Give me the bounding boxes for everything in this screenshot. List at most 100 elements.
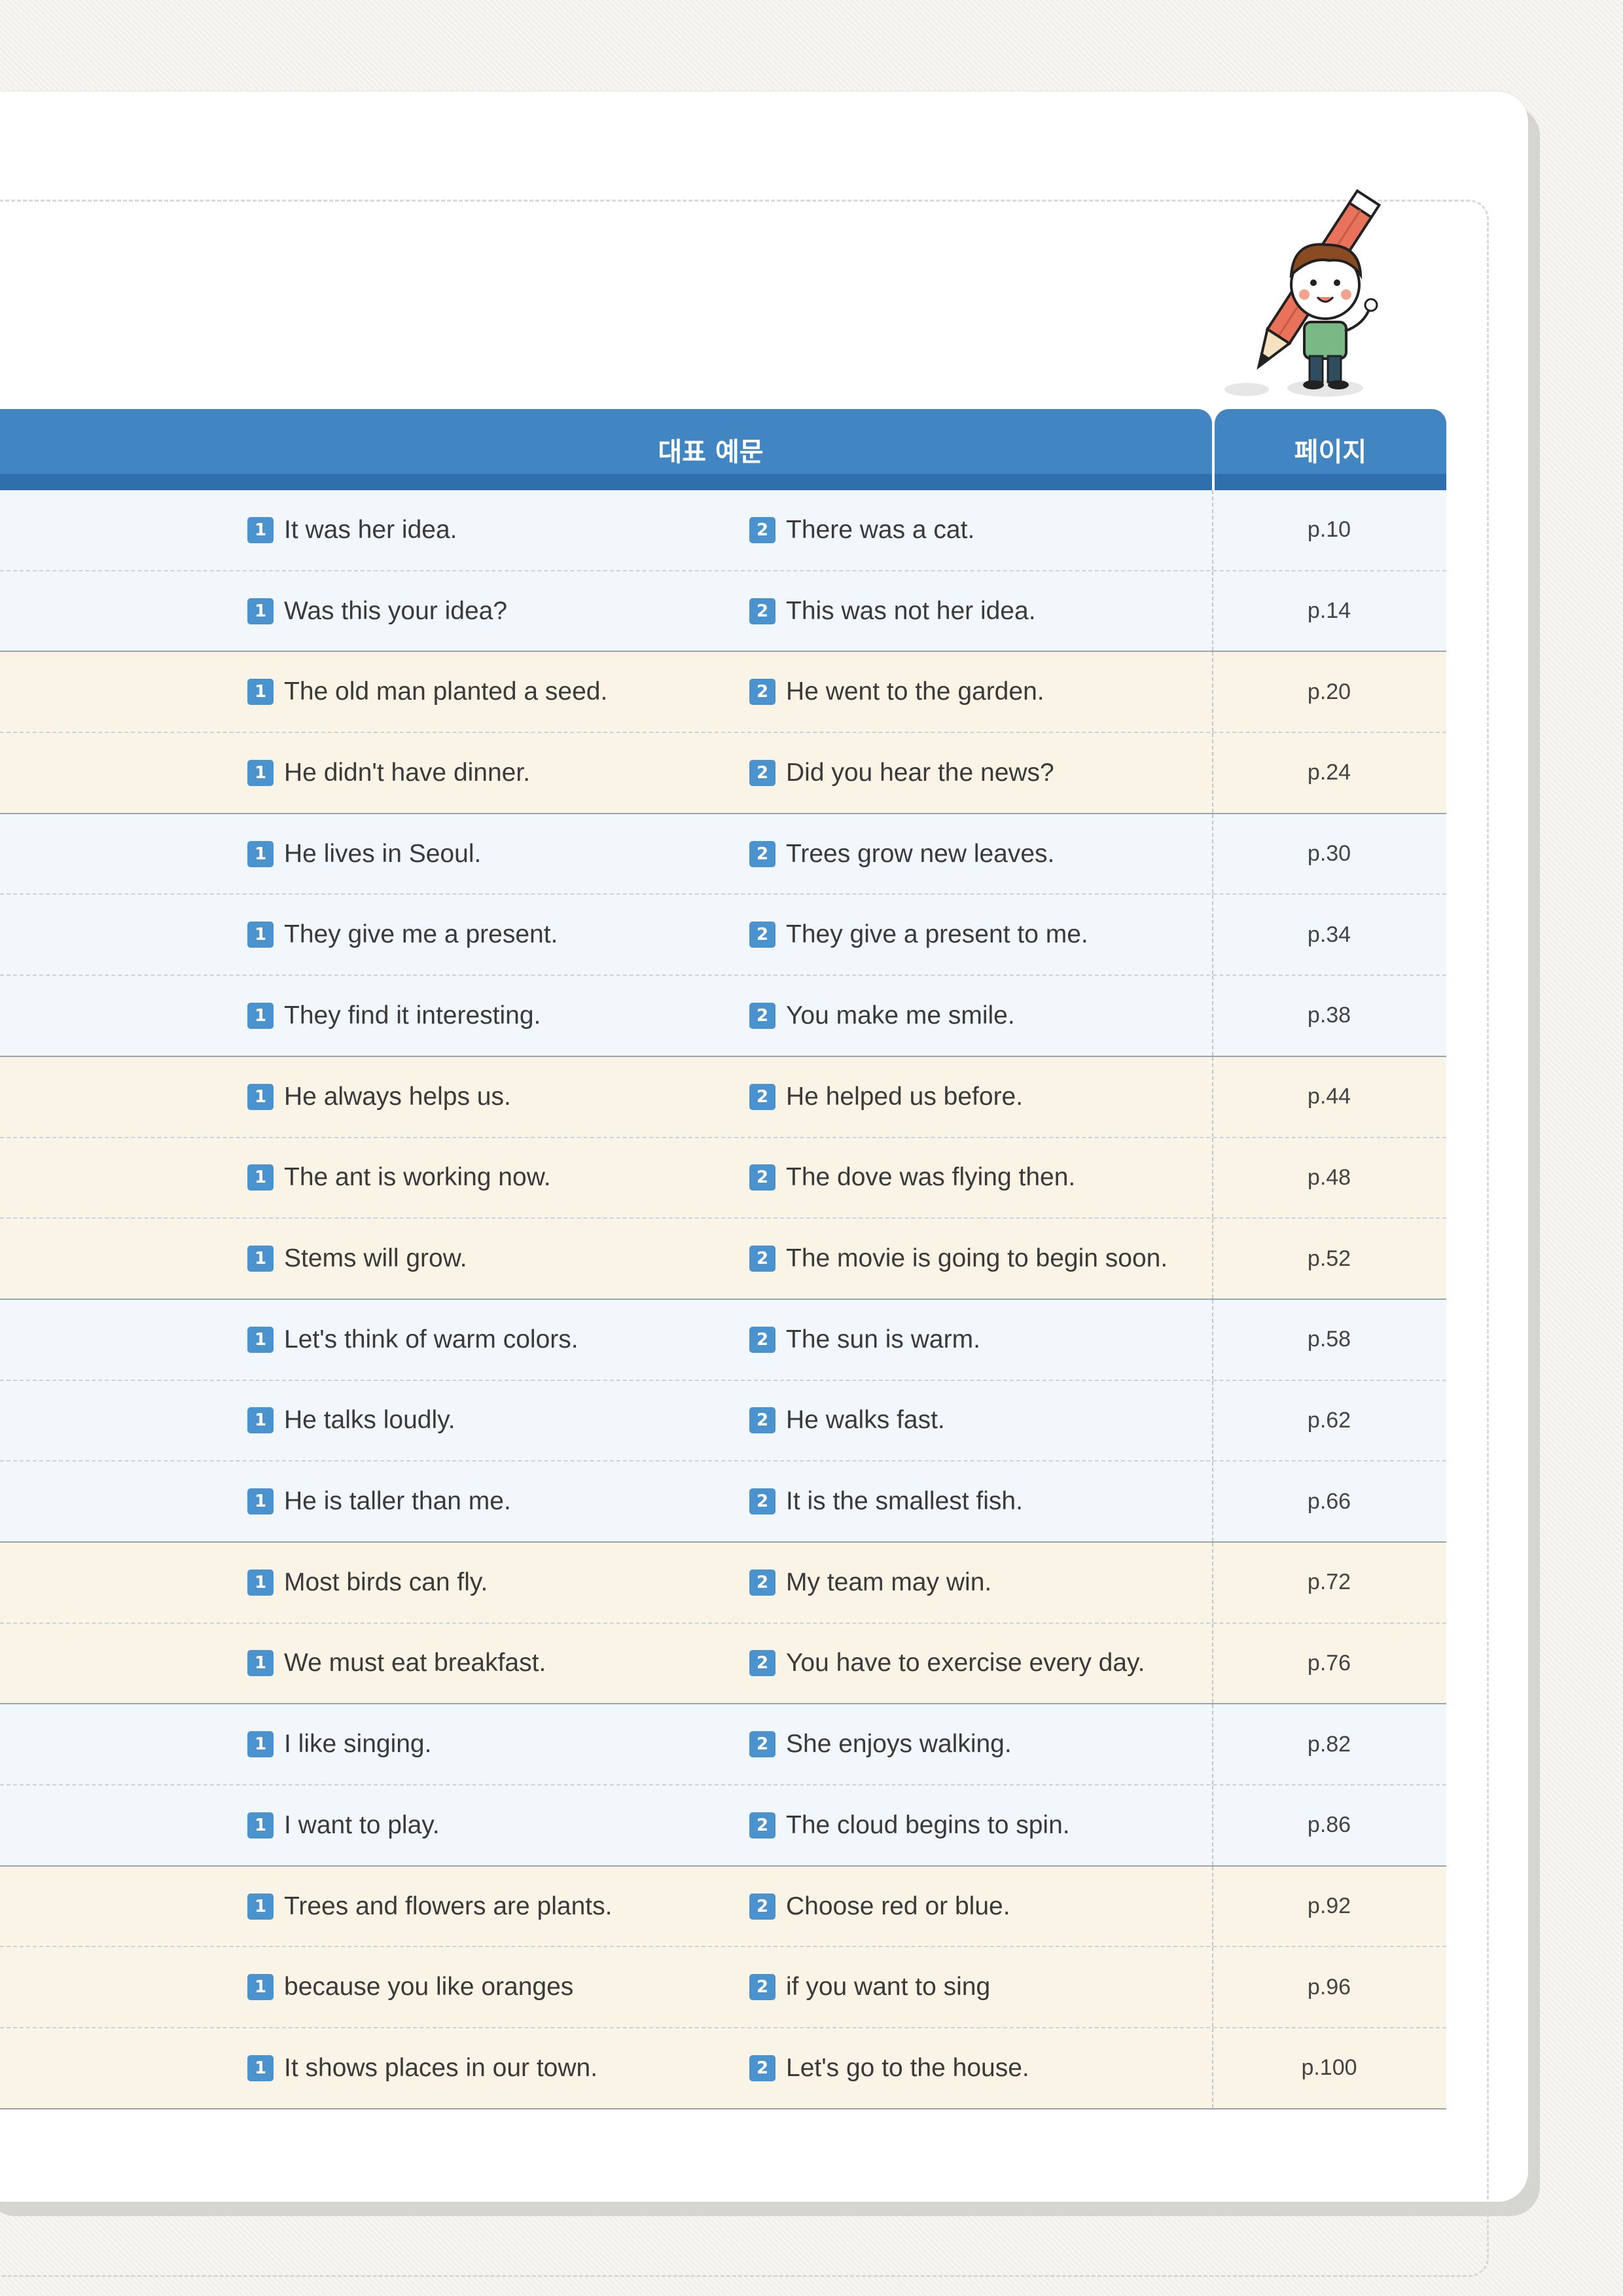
number-badge-1: 1	[247, 1164, 274, 1191]
page-number[interactable]: p.30	[1212, 814, 1446, 894]
page-number[interactable]: p.34	[1212, 895, 1446, 975]
number-badge-1: 1	[247, 1083, 274, 1110]
example-2: 2 They give a present to me.	[749, 895, 1088, 975]
number-badge-2: 2	[749, 516, 776, 543]
number-badge-2: 2	[749, 1246, 776, 1272]
page-number[interactable]: p.48	[1212, 1138, 1446, 1218]
number-badge-1: 1	[247, 759, 274, 786]
example-2-text: It is the smallest fish.	[786, 1487, 1023, 1516]
example-2: 2 There was a cat.	[749, 490, 974, 570]
example-2-text: The sun is warm.	[786, 1325, 980, 1354]
example-1-text: He lives in Seoul.	[284, 839, 482, 868]
example-2-text: The dove was flying then.	[786, 1163, 1076, 1192]
example-1-text: Let's think of warm colors.	[284, 1325, 579, 1354]
page-number[interactable]: p.58	[1212, 1300, 1446, 1380]
example-2-text: My team may win.	[786, 1568, 992, 1596]
example-2: 2 The cloud begins to spin.	[749, 1785, 1070, 1865]
table-row: 1 It shows places in our town. 2 Let's g…	[0, 2028, 1446, 2109]
example-2: 2 The sun is warm.	[749, 1300, 980, 1380]
header-page: 페이지	[1215, 409, 1446, 490]
number-badge-2: 2	[749, 2054, 776, 2081]
grammar-index-table: 대표 예문 페이지 1 It was her idea. 2 There was…	[0, 409, 1446, 2109]
number-badge-1: 1	[247, 1974, 274, 2001]
number-badge-2: 2	[749, 840, 776, 867]
page-number[interactable]: p.52	[1212, 1219, 1446, 1299]
page-number[interactable]: p.92	[1212, 1867, 1446, 1946]
page-number[interactable]: p.82	[1212, 1704, 1446, 1784]
example-2: 2 The dove was flying then.	[749, 1138, 1075, 1218]
example-1: 1 Most birds can fly.	[247, 1543, 488, 1623]
number-badge-2: 2	[749, 598, 776, 624]
example-2: 2 My team may win.	[749, 1543, 991, 1623]
table-row: 1 I want to play. 2 The cloud begins to …	[0, 1785, 1446, 1867]
table-body: 1 It was her idea. 2 There was a cat. p.…	[0, 490, 1446, 2109]
page-number[interactable]: p.38	[1212, 976, 1446, 1056]
page-number[interactable]: p.44	[1212, 1057, 1446, 1137]
table-row: 1 He is taller than me. 2 It is the smal…	[0, 1462, 1446, 1543]
example-2: 2 You make me smile.	[749, 976, 1015, 1056]
page-number[interactable]: p.96	[1212, 1947, 1446, 2027]
number-badge-2: 2	[749, 1488, 776, 1515]
example-1: 1 He didn't have dinner.	[247, 733, 530, 813]
example-1-text: I like singing.	[284, 1730, 432, 1759]
example-1-text: I want to play.	[284, 1810, 440, 1839]
page-number[interactable]: p.24	[1212, 733, 1446, 813]
number-badge-2: 2	[749, 922, 776, 948]
table-row: 1 It was her idea. 2 There was a cat. p.…	[0, 490, 1446, 571]
page-number[interactable]: p.72	[1212, 1543, 1446, 1623]
example-1: 1 It was her idea.	[247, 490, 457, 570]
page-number[interactable]: p.76	[1212, 1624, 1446, 1704]
example-1-text: He didn't have dinner.	[284, 758, 531, 787]
table-row: 1 They give me a present. 2 They give a …	[0, 895, 1446, 977]
table-row: 1 The old man planted a seed. 2 He went …	[0, 652, 1446, 734]
number-badge-1: 1	[247, 1246, 274, 1272]
example-2-text: Trees grow new leaves.	[786, 839, 1055, 868]
example-2-text: if you want to sing	[786, 1973, 991, 2001]
example-2: 2 Let's go to the house.	[749, 2028, 1029, 2108]
page-number[interactable]: p.66	[1212, 1462, 1446, 1541]
page-number[interactable]: p.86	[1212, 1785, 1446, 1865]
example-2-text: Let's go to the house.	[786, 2053, 1029, 2082]
example-1: 1 He talks loudly.	[247, 1381, 455, 1461]
example-2-text: Choose red or blue.	[786, 1892, 1010, 1920]
number-badge-2: 2	[749, 1974, 776, 2001]
example-2: 2 Did you hear the news?	[749, 733, 1054, 813]
number-badge-1: 1	[247, 1893, 274, 1920]
example-2: 2 She enjoys walking.	[749, 1704, 1012, 1784]
example-1: 1 Let's think of warm colors.	[247, 1300, 579, 1380]
page-number[interactable]: p.20	[1212, 652, 1446, 732]
example-2-text: The movie is going to begin soon.	[786, 1244, 1168, 1273]
example-1: 1 They give me a present.	[247, 895, 558, 975]
header-example-sentences: 대표 예문	[0, 409, 1212, 490]
number-badge-2: 2	[749, 1407, 776, 1434]
number-badge-2: 2	[749, 1002, 776, 1029]
number-badge-1: 1	[247, 1731, 274, 1758]
example-1-text: It shows places in our town.	[284, 2053, 598, 2082]
page-number[interactable]: p.100	[1212, 2028, 1446, 2108]
page-number[interactable]: p.62	[1212, 1381, 1446, 1461]
number-badge-2: 2	[749, 1650, 776, 1677]
example-1-text: We must eat breakfast.	[284, 1649, 546, 1677]
example-1-text: Trees and flowers are plants.	[284, 1892, 613, 1920]
number-badge-2: 2	[749, 679, 776, 706]
page-number[interactable]: p.10	[1212, 490, 1446, 570]
example-1: 1 They find it interesting.	[247, 976, 541, 1056]
table-header: 대표 예문 페이지	[0, 409, 1446, 490]
number-badge-1: 1	[247, 1569, 274, 1596]
example-2: 2 Choose red or blue.	[749, 1867, 1010, 1946]
boy-with-pencil-illustration	[1224, 188, 1382, 397]
example-2: 2 He helped us before.	[749, 1057, 1023, 1137]
number-badge-2: 2	[749, 1812, 776, 1839]
example-2-text: He went to the garden.	[786, 677, 1044, 706]
example-1-text: He always helps us.	[284, 1082, 511, 1111]
example-2-text: She enjoys walking.	[786, 1730, 1012, 1759]
table-row: 1 We must eat breakfast. 2 You have to e…	[0, 1623, 1446, 1705]
table-row: 1 Trees and flowers are plants. 2 Choose…	[0, 1866, 1446, 1948]
page-number[interactable]: p.14	[1212, 571, 1446, 651]
example-2-text: The cloud begins to spin.	[786, 1810, 1070, 1839]
example-2: 2 The movie is going to begin soon.	[749, 1219, 1168, 1299]
table-row: 1 He didn't have dinner. 2 Did you hear …	[0, 733, 1446, 814]
example-1: 1 Was this your idea?	[247, 571, 507, 651]
example-1: 1 because you like oranges	[247, 1947, 573, 2027]
table-row: 1 Most birds can fly. 2 My team may win.…	[0, 1542, 1446, 1624]
